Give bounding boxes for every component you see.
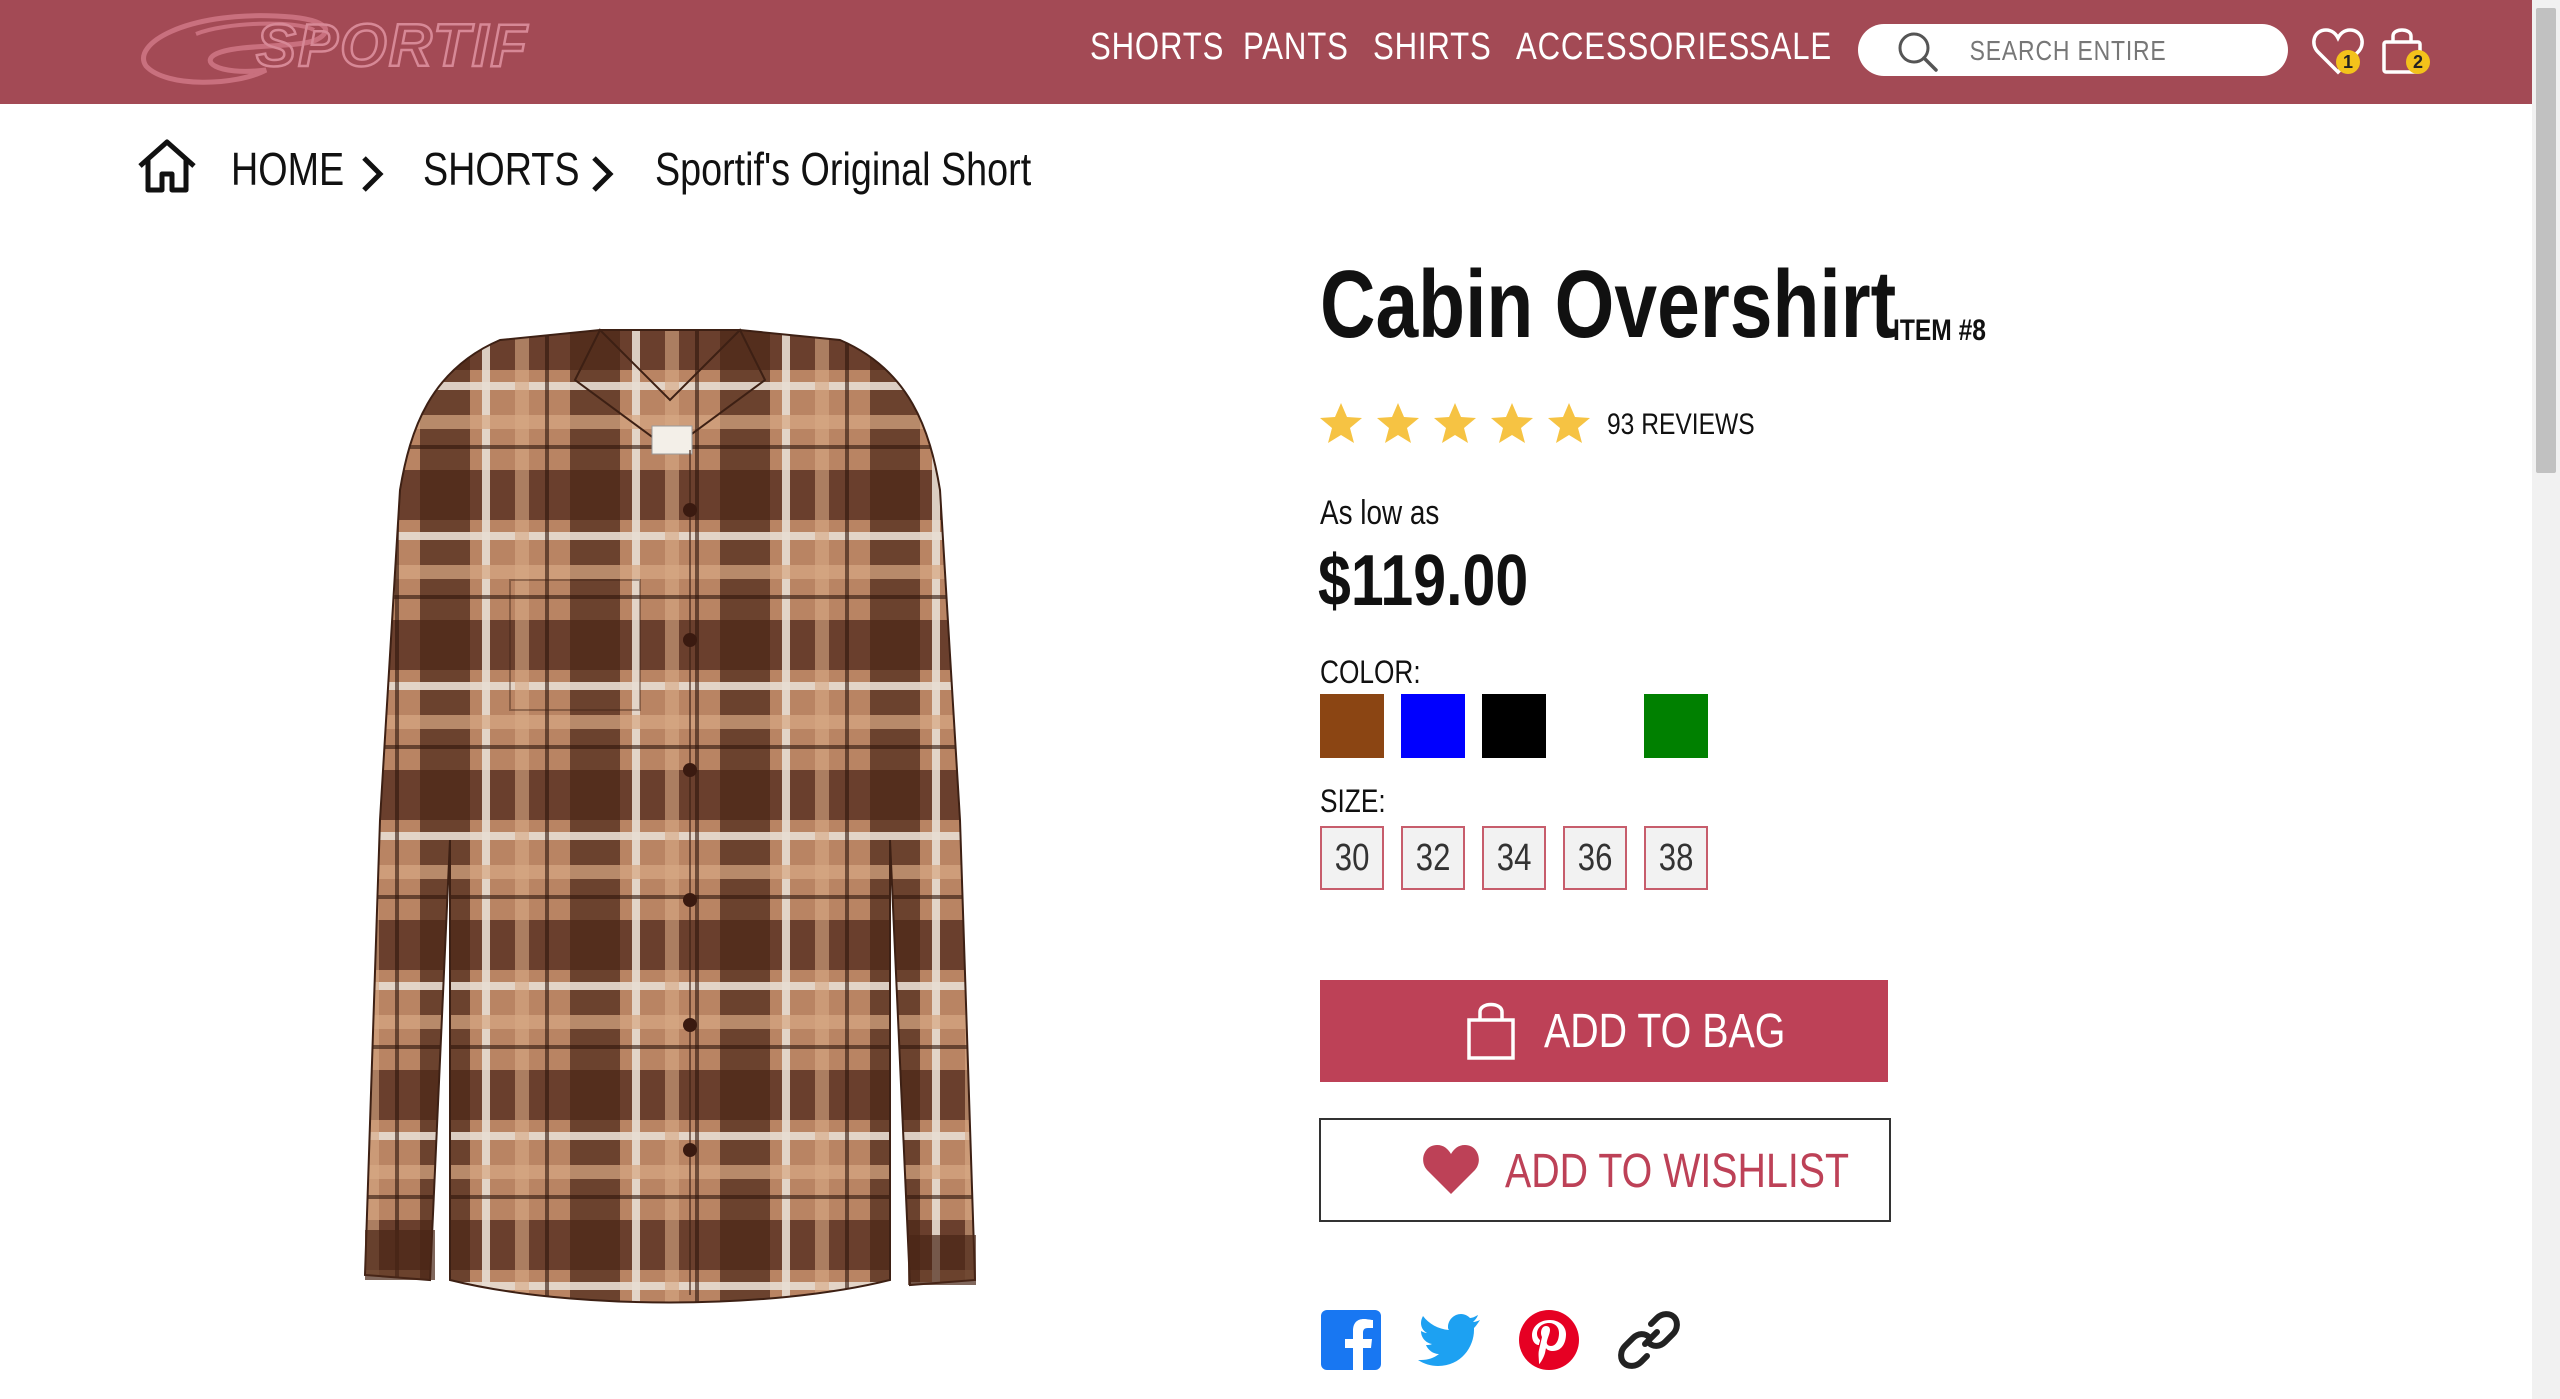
breadcrumb-category[interactable]: SHORTS — [423, 142, 580, 196]
star-icon — [1548, 403, 1590, 443]
size-option-32[interactable]: 32 — [1401, 826, 1465, 890]
site-header: SPORTIF SHORTS PANTS SHIRTS ACCESSORIES … — [0, 0, 2532, 104]
size-label: SIZE: — [1320, 783, 1386, 819]
heart-icon — [1423, 1145, 1479, 1194]
search-input[interactable] — [1968, 30, 2218, 72]
rating-stars — [1318, 400, 1603, 446]
star-icon — [1320, 403, 1362, 443]
item-number: ITEM #8 — [1893, 314, 1986, 347]
size-option-36[interactable]: 36 — [1563, 826, 1627, 890]
product-title: Cabin Overshirt — [1320, 251, 1897, 358]
cart-count-badge: 2 — [2406, 50, 2430, 74]
shopping-bag-icon — [1467, 1002, 1515, 1060]
twitter-icon[interactable] — [1418, 1308, 1482, 1372]
link-icon[interactable] — [1617, 1308, 1681, 1372]
color-swatch-black[interactable] — [1482, 694, 1546, 758]
reviews-link[interactable]: 93 REVIEWS — [1607, 408, 1755, 442]
nav-pants[interactable]: PANTS — [1243, 26, 1372, 69]
pinterest-icon[interactable] — [1517, 1308, 1581, 1372]
wishlist-heart-icon[interactable] — [2310, 24, 2366, 80]
color-label: COLOR: — [1320, 654, 1421, 690]
size-option-30[interactable]: 30 — [1320, 826, 1384, 890]
add-to-wishlist-button[interactable]: ADD TO WISHLIST — [1319, 1118, 1891, 1222]
home-icon[interactable] — [136, 136, 198, 196]
breadcrumb-home[interactable]: HOME — [231, 142, 344, 196]
color-swatch-blue[interactable] — [1401, 694, 1465, 758]
color-swatch-green[interactable] — [1644, 694, 1708, 758]
nav-shirts[interactable]: SHIRTS — [1373, 26, 1518, 69]
breadcrumb-current: Sportif's Original Short — [655, 143, 1032, 195]
add-to-wishlist-label: ADD TO WISHLIST — [1505, 1145, 1850, 1198]
facebook-icon[interactable] — [1319, 1308, 1383, 1372]
star-icon — [1434, 403, 1476, 443]
product-image[interactable] — [270, 320, 1090, 1310]
size-option-34[interactable]: 34 — [1482, 826, 1546, 890]
scrollbar-thumb[interactable] — [2536, 8, 2556, 473]
color-swatch-brown[interactable] — [1320, 694, 1384, 758]
chevron-right-icon — [362, 156, 384, 192]
star-icon — [1377, 403, 1419, 443]
search-box[interactable] — [1858, 24, 2288, 76]
chevron-right-icon — [592, 156, 614, 192]
search-icon[interactable] — [1896, 30, 1940, 74]
add-to-bag-label: ADD TO BAG — [1544, 1005, 1786, 1058]
sportif-logo[interactable]: SPORTIF — [126, 4, 626, 96]
svg-text:SPORTIF: SPORTIF — [256, 12, 529, 79]
wishlist-count-badge: 1 — [2336, 50, 2360, 74]
product-price: $119.00 — [1318, 541, 1529, 621]
price-prefix: As low as — [1320, 494, 1440, 532]
nav-shorts[interactable]: SHORTS — [1090, 26, 1254, 69]
color-swatch-white[interactable] — [1563, 694, 1627, 758]
size-option-38[interactable]: 38 — [1644, 826, 1708, 890]
nav-sale[interactable]: SALE — [1749, 26, 1850, 69]
add-to-bag-button[interactable]: ADD TO BAG — [1320, 980, 1888, 1082]
star-icon — [1491, 403, 1533, 443]
